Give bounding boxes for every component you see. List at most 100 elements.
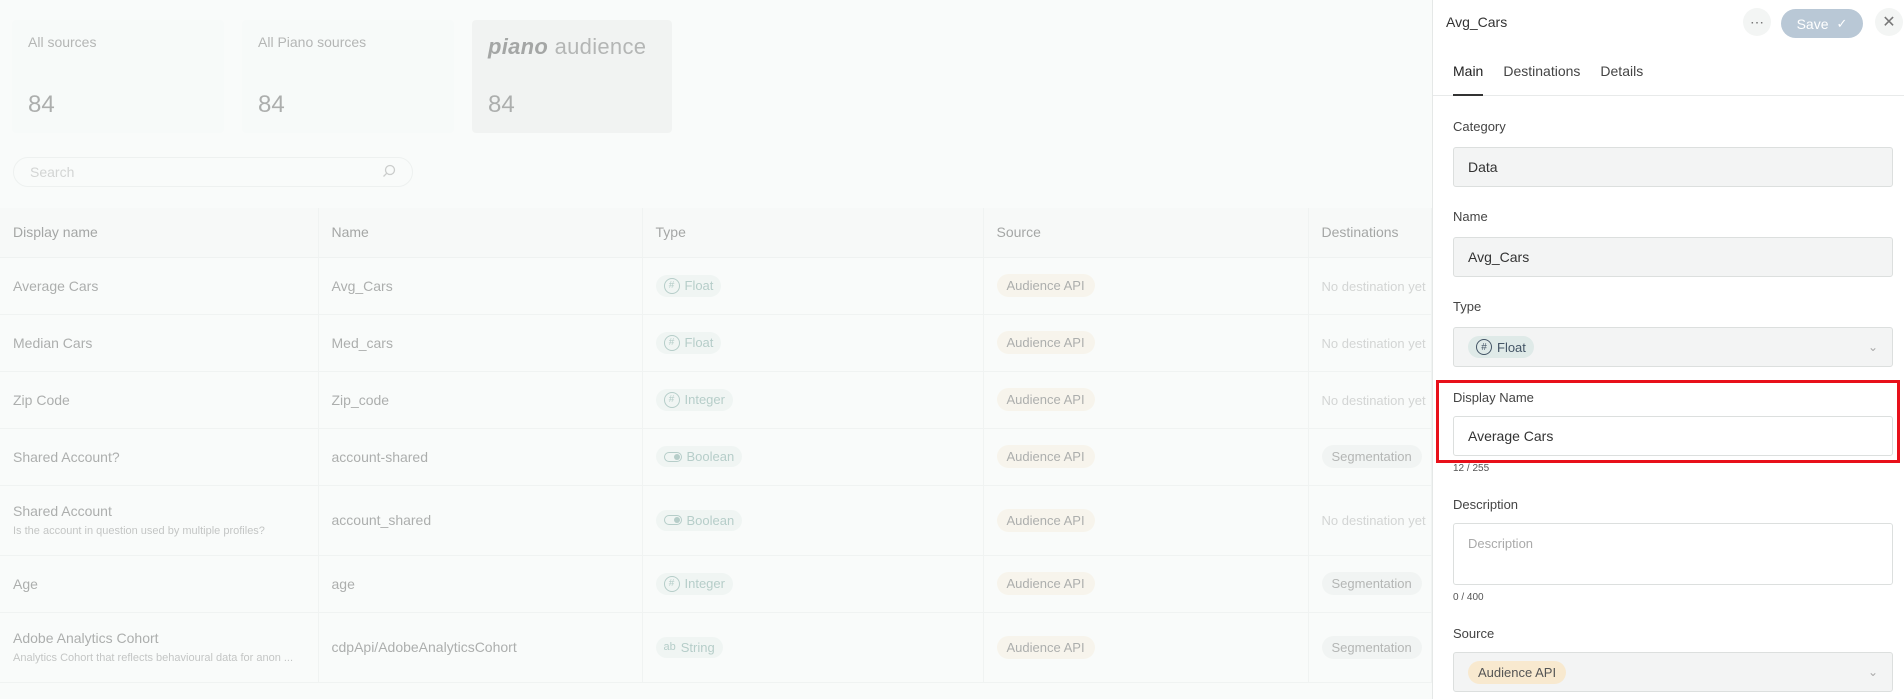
destination-empty: No destination yet: [1321, 392, 1426, 408]
destination-tag: Segmentation: [1321, 445, 1422, 468]
display-name-label: Display Name: [1453, 390, 1534, 405]
category-label: Category: [1453, 119, 1506, 134]
column-header-destinations[interactable]: Destinations: [1308, 208, 1432, 258]
type-badge: # Float: [1468, 336, 1534, 358]
table-row[interactable]: Average Cars Avg_Cars # Float Audience AP…: [0, 257, 1432, 315]
destination-empty: No destination yet: [1321, 278, 1426, 294]
source-badge: Audience API: [996, 572, 1095, 595]
cell-display-name: Age: [0, 555, 319, 613]
search-input[interactable]: Search: [13, 157, 413, 187]
category-field[interactable]: Data: [1453, 147, 1893, 187]
description-label: Description: [1453, 497, 1519, 512]
cell-display-name: Median Cars: [0, 314, 319, 372]
card-count: 84: [258, 91, 285, 118]
cell-display-name: Shared Account: [13, 503, 112, 519]
name-label: Name: [1453, 209, 1488, 224]
string-icon: ab: [663, 641, 676, 653]
panel-tabs: Main Destinations Details: [1433, 56, 1904, 96]
save-label: Save: [1796, 15, 1829, 32]
cell-name: Avg_Cars: [318, 257, 643, 315]
attribute-list-view: All sources 84 All Piano sources 84 pian…: [0, 0, 1432, 699]
table-row[interactable]: Age age # Integer Audience API Segmentati…: [0, 555, 1432, 613]
type-badge: ab String: [655, 636, 723, 658]
type-badge: # Float: [655, 274, 722, 297]
ellipsis-icon: ⋯: [1750, 13, 1764, 30]
source-badge: Audience API: [996, 274, 1095, 297]
save-button[interactable]: Save ✓: [1781, 9, 1863, 38]
source-label: Source: [1453, 626, 1495, 641]
card-count: 84: [488, 91, 515, 118]
table-row[interactable]: Median Cars Med_cars # Float Audience API…: [0, 314, 1432, 372]
cell-display-name: Zip Code: [0, 371, 319, 429]
cell-description: Is the account in question used by multi…: [13, 525, 265, 537]
close-button[interactable]: ✕: [1875, 8, 1903, 36]
hash-icon: #: [663, 575, 680, 592]
source-badge: Audience API: [996, 331, 1095, 354]
close-icon: ✕: [1882, 14, 1896, 31]
cell-display-name: Average Cars: [0, 257, 319, 315]
display-name-input[interactable]: Average Cars: [1453, 416, 1893, 456]
panel-title: Avg_Cars: [1446, 14, 1508, 30]
source-badge: Audience API: [996, 508, 1095, 532]
card-count: 84: [28, 91, 55, 118]
name-value: Avg_Cars: [1468, 249, 1530, 265]
source-badge: Audience API: [996, 388, 1095, 411]
table-row[interactable]: Adobe Analytics Cohort Analytics Cohort …: [0, 612, 1432, 683]
display-name-value: Average Cars: [1468, 428, 1554, 444]
column-header-name[interactable]: Name: [318, 208, 643, 258]
table-row[interactable]: Shared Account Is the account in questio…: [0, 485, 1432, 556]
cell-name: cdpApi/AdobeAnalyticsCohort: [318, 612, 643, 683]
source-badge: Audience API: [996, 445, 1095, 468]
type-badge: Boolean: [655, 446, 743, 467]
check-icon: ✓: [1836, 15, 1848, 31]
search-icon: [382, 164, 396, 181]
toggle-icon: [663, 515, 682, 525]
name-field[interactable]: Avg_Cars: [1453, 237, 1893, 277]
cell-name: Zip_code: [318, 371, 643, 429]
more-options-button[interactable]: ⋯: [1743, 8, 1771, 36]
card-piano-audience[interactable]: piano audience 84: [472, 20, 672, 133]
type-badge: Boolean: [655, 509, 743, 531]
table-header-row: Display name Name Type Source Destinatio…: [0, 208, 1432, 258]
chevron-down-icon: ⌄: [1867, 665, 1878, 679]
cell-display-name: Adobe Analytics Cohort: [13, 630, 159, 646]
cell-description: Analytics Cohort that reflects behaviour…: [13, 652, 294, 664]
source-badge: Audience API: [996, 635, 1095, 659]
description-textarea[interactable]: Description: [1453, 523, 1893, 585]
destination-empty: No destination yet: [1321, 513, 1426, 528]
description-placeholder: Description: [1468, 536, 1534, 551]
destination-tag: Segmentation: [1321, 635, 1422, 659]
source-cards: All sources 84 All Piano sources 84 pian…: [12, 20, 672, 133]
type-label: Type: [1453, 299, 1482, 314]
attribute-edit-panel: Avg_Cars ⋯ Save ✓ ✕ Main Destinations De…: [1432, 0, 1904, 699]
hash-icon: #: [663, 277, 680, 294]
column-header-source[interactable]: Source: [983, 208, 1309, 258]
hash-icon: #: [1476, 339, 1492, 355]
tab-main[interactable]: Main: [1453, 56, 1484, 96]
cell-name: account_shared: [318, 485, 643, 556]
column-header-type[interactable]: Type: [642, 208, 984, 258]
source-badge: Audience API: [1468, 660, 1567, 684]
cell-display-name: Shared Account?: [0, 428, 319, 486]
column-header-display-name[interactable]: Display name: [0, 208, 319, 258]
type-badge: # Float: [655, 331, 722, 354]
destination-empty: No destination yet: [1321, 335, 1426, 351]
chevron-down-icon: ⌄: [1867, 340, 1878, 354]
source-select[interactable]: Audience API ⌄: [1453, 652, 1893, 692]
card-all-sources[interactable]: All sources 84: [12, 20, 224, 133]
table-row[interactable]: Zip Code Zip_code # Integer Audience API …: [0, 371, 1432, 429]
type-select[interactable]: # Float ⌄: [1453, 327, 1893, 367]
display-name-counter: 12 / 255: [1453, 463, 1490, 474]
card-label: All sources: [28, 34, 97, 50]
type-badge: # Integer: [655, 572, 733, 595]
destination-tag: Segmentation: [1321, 572, 1422, 595]
card-all-piano-sources[interactable]: All Piano sources 84: [242, 20, 454, 133]
table-row[interactable]: Shared Account? account-shared Boolean A…: [0, 428, 1432, 486]
tab-destinations[interactable]: Destinations: [1503, 56, 1580, 96]
cell-name: Med_cars: [318, 314, 643, 372]
toggle-icon: [663, 451, 682, 462]
type-badge: # Integer: [655, 388, 733, 411]
attributes-table: Display name Name Type Source Destinatio…: [0, 208, 1432, 683]
category-value: Data: [1468, 159, 1498, 175]
tab-details[interactable]: Details: [1600, 56, 1643, 96]
